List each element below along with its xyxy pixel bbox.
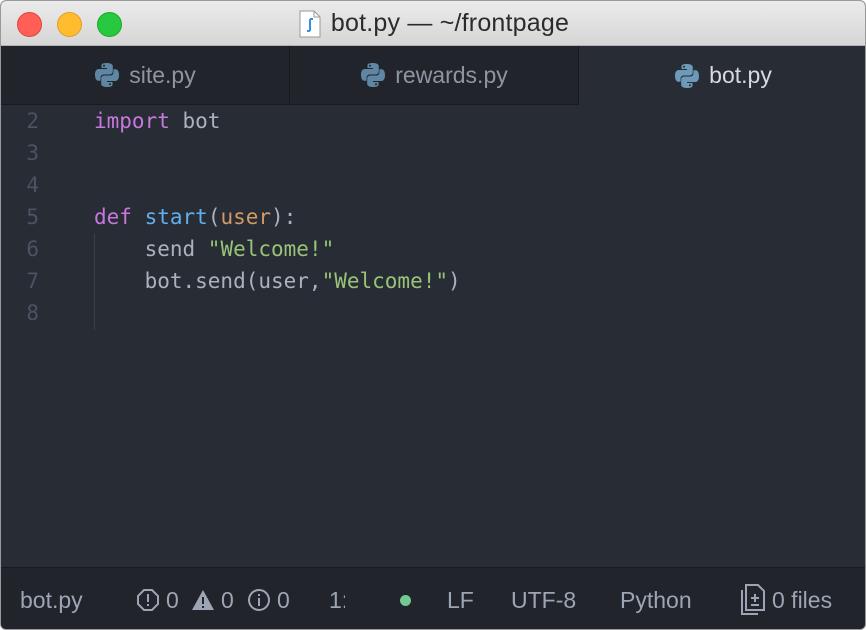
cursor-position: 1: bbox=[329, 586, 345, 613]
line-number: 2 bbox=[26, 109, 39, 133]
info-count: 0 bbox=[277, 586, 290, 613]
status-file-name: bot.py bbox=[20, 586, 83, 613]
line-number: 4 bbox=[26, 173, 39, 197]
status-git-dot bbox=[400, 568, 411, 629]
python-file-icon bbox=[95, 63, 120, 87]
code-line[interactable]: 2 import bot bbox=[1, 105, 865, 137]
error-icon bbox=[137, 589, 159, 611]
modified-status-dot bbox=[400, 594, 411, 606]
line-number: 7 bbox=[26, 269, 39, 293]
tab-rewards-py[interactable]: rewards.py bbox=[290, 46, 579, 105]
code-editor[interactable]: 2 import bot 3 4 5 def start(user): 6 send "We… bbox=[1, 105, 865, 567]
editor-window: bot.py — ~/frontpage site.py rewards.py bbox=[0, 0, 866, 630]
code-line[interactable]: 3 bbox=[1, 137, 865, 169]
code-token-str: "Welcome!" bbox=[207, 237, 335, 261]
line-number: 5 bbox=[26, 205, 39, 229]
code-token-plain: ) bbox=[448, 269, 461, 293]
code-line[interactable]: 7 bot.send(user,"Welcome!") bbox=[1, 265, 865, 297]
line-code: import bot bbox=[94, 105, 220, 137]
tab-label: rewards.py bbox=[395, 61, 508, 88]
line-code: send "Welcome!" bbox=[94, 233, 335, 265]
info-icon bbox=[248, 589, 270, 611]
title-bar: bot.py — ~/frontpage bbox=[1, 1, 865, 46]
code-token-kw: import bbox=[94, 109, 170, 133]
status-line-ending[interactable]: LF bbox=[447, 568, 474, 629]
line-code: bot.send(user,"Welcome!") bbox=[94, 265, 461, 297]
code-line[interactable]: 5 def start(user): bbox=[1, 201, 865, 233]
status-git-files[interactable]: 0 files bbox=[738, 568, 833, 629]
status-cursor-position[interactable]: 1: bbox=[329, 568, 345, 629]
warning-count: 0 bbox=[221, 586, 234, 613]
grammar: Python bbox=[620, 586, 692, 613]
error-count: 0 bbox=[166, 586, 179, 613]
code-token-plain: ( bbox=[207, 205, 221, 229]
window-title-group: bot.py — ~/frontpage bbox=[1, 1, 865, 46]
code-token-plain: bot bbox=[169, 109, 221, 133]
window-title: bot.py — ~/frontpage bbox=[330, 9, 570, 37]
code-token-plain: bot.send(user, bbox=[94, 269, 322, 293]
status-file[interactable]: bot.py bbox=[20, 568, 83, 629]
code-line[interactable]: 4 bbox=[1, 169, 865, 201]
line-number: 6 bbox=[26, 237, 39, 261]
tab-site-py[interactable]: site.py bbox=[1, 46, 290, 105]
code-token-str: "Welcome!" bbox=[321, 269, 449, 293]
line-number: 3 bbox=[26, 141, 39, 165]
code-token-plain: ): bbox=[271, 205, 297, 229]
code-token-fn: start bbox=[144, 205, 208, 229]
document-icon bbox=[299, 10, 321, 37]
warning-icon bbox=[192, 590, 214, 610]
status-grammar[interactable]: Python bbox=[620, 568, 692, 629]
tab-bar: site.py rewards.py bot.py bbox=[1, 46, 865, 105]
code-line[interactable]: 6 send "Welcome!" bbox=[1, 233, 865, 265]
tab-label: site.py bbox=[129, 61, 196, 88]
code-token-plain: send bbox=[94, 237, 208, 261]
status-encoding[interactable]: UTF-8 bbox=[511, 568, 577, 629]
tab-label: bot.py bbox=[709, 62, 772, 88]
status-warnings[interactable]: 0 bbox=[191, 568, 234, 629]
status-errors[interactable]: 0 bbox=[136, 568, 179, 629]
line-code: def start(user): bbox=[94, 201, 296, 233]
line-number: 8 bbox=[26, 301, 39, 325]
diff-files-icon bbox=[741, 584, 765, 615]
encoding: UTF-8 bbox=[511, 586, 577, 613]
code-token-kw: def bbox=[94, 205, 132, 229]
code-line[interactable]: 8 bbox=[1, 297, 865, 329]
python-file-icon bbox=[675, 63, 700, 88]
status-bar: bot.py 0 0 0 1 LF UTF-8 Python 0 files bbox=[1, 567, 865, 629]
status-infos[interactable]: 0 bbox=[247, 568, 290, 629]
tab-bot-py[interactable]: bot.py bbox=[579, 46, 865, 105]
line-ending: LF bbox=[447, 586, 474, 613]
code-token-param: user bbox=[220, 205, 272, 229]
python-file-icon bbox=[361, 63, 386, 87]
git-files-count: 0 files bbox=[772, 586, 833, 613]
